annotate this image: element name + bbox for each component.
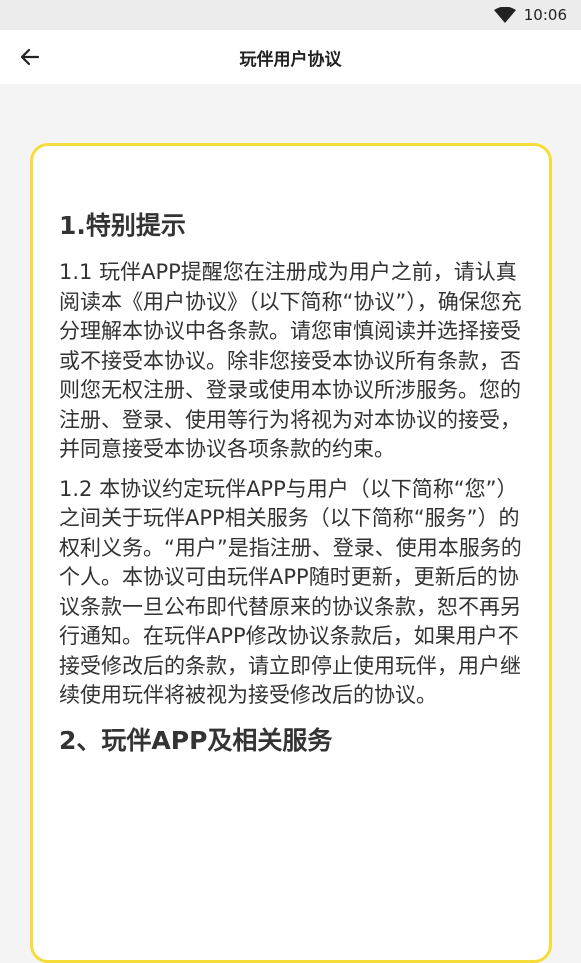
app-bar: 玩伴用户协议 bbox=[0, 30, 581, 84]
arrow-left-icon bbox=[20, 48, 40, 66]
status-bar: 10:06 bbox=[0, 0, 581, 30]
paragraph-1-2: 1.2 本协议约定玩伴APP与用户（以下简称“您”）之间关于玩伴APP相关服务（… bbox=[59, 476, 522, 708]
page-title: 玩伴用户协议 bbox=[239, 49, 342, 70]
wifi-icon bbox=[493, 7, 516, 23]
back-button[interactable] bbox=[14, 41, 46, 73]
paragraph-1-1: 1.1 玩伴APP提醒您在注册成为用户之前，请认真阅读本《用户协议》（以下简称“… bbox=[59, 260, 522, 461]
agreement-card[interactable]: 1.特别提示 1.1 玩伴APP提醒您在注册成为用户之前，请认真阅读本《用户协议… bbox=[30, 143, 552, 963]
section-heading-2: 2、玩伴APP及相关服务 bbox=[59, 725, 333, 755]
section-heading-1: 1.特别提示 bbox=[59, 211, 186, 240]
status-time: 10:06 bbox=[523, 6, 567, 24]
